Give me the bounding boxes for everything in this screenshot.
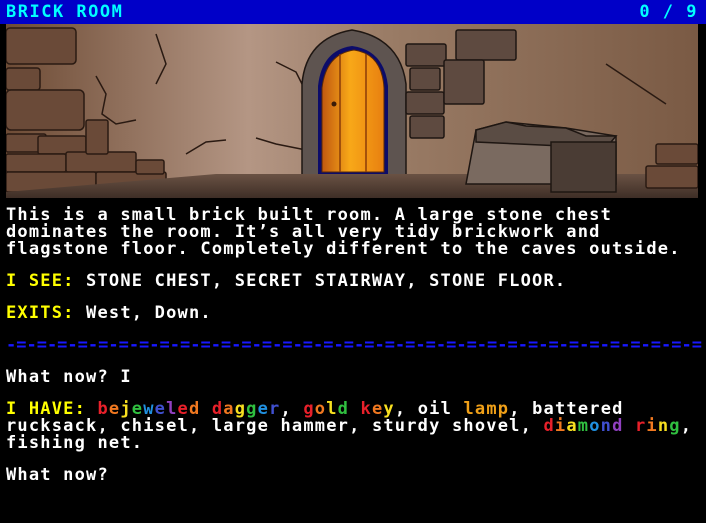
inventory-item: fishing net — [6, 433, 132, 453]
exits-value: West, Down. — [86, 303, 212, 323]
room-description: This is a small brick built room. A larg… — [6, 205, 681, 259]
inventory-item: sturdy shovel — [371, 416, 521, 436]
divider: -=-=-=-=-=-=-=-=-=-=-=-=-=-=-=-=-=-=-=-=… — [6, 337, 702, 354]
door — [318, 46, 388, 174]
stone-chest — [465, 121, 618, 193]
visible-objects: I SEE: STONE CHEST, SECRET STAIRWAY, STO… — [6, 273, 702, 290]
inventory-items: bejeweled dagger, gold key, oil lamp, ba… — [6, 399, 704, 453]
score-counter: 0 / 9 — [639, 2, 698, 22]
room-illustration — [6, 24, 698, 198]
input-line[interactable]: What now? — [6, 467, 702, 484]
history-prompt: What now? — [6, 367, 109, 387]
history-command: I — [120, 367, 132, 387]
inventory-item: diamond ring — [543, 416, 681, 436]
input-prompt: What now? — [6, 465, 109, 485]
see-items: STONE CHEST, SECRET STAIRWAY, STONE FLOO… — [86, 271, 567, 291]
status-bar: BRICK ROOM 0 / 9 — [0, 0, 706, 24]
inventory-item: large hammer — [211, 416, 350, 436]
room-title: BRICK ROOM — [6, 2, 124, 22]
command-history: What now? I — [6, 369, 702, 386]
inventory-line: I HAVE: bejeweled dagger, gold key, oil … — [6, 401, 702, 452]
exits-line: EXITS: West, Down. — [6, 305, 702, 322]
exits-label: EXITS: — [6, 303, 75, 323]
game-output: This is a small brick built room. A larg… — [6, 207, 702, 499]
see-label: I SEE: — [6, 271, 75, 291]
